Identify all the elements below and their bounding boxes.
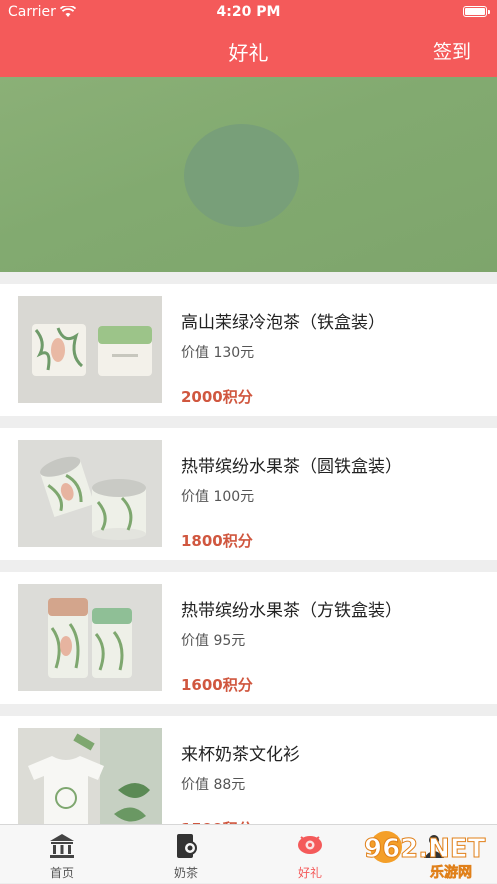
clock: 4:20 PM	[216, 4, 281, 20]
product-item[interactable]: 热带缤纷水果茶（方铁盒装） 价值 95元 1600积分	[0, 572, 497, 704]
product-points: 1800积分	[181, 532, 253, 550]
product-image	[18, 440, 162, 547]
tab-gifts[interactable]: 好礼	[248, 825, 372, 884]
battery-icon	[463, 6, 490, 17]
product-price: 价值 95元	[181, 633, 246, 649]
banner[interactable]	[0, 77, 497, 272]
product-name: 热带缤纷水果茶（方铁盒装）	[181, 601, 402, 621]
checkin-button[interactable]: 签到	[433, 37, 471, 64]
tab-label: 好礼	[297, 866, 322, 880]
product-item[interactable]: 热带缤纷水果茶（圆铁盒装） 价值 100元 1800积分	[0, 428, 497, 560]
page-title: 好礼	[228, 41, 269, 65]
tab-home[interactable]: 首页	[0, 825, 124, 884]
bank-icon	[50, 834, 74, 858]
product-price: 价值 130元	[181, 345, 255, 361]
status-bar: Carrier 4:20 PM	[0, 0, 497, 24]
product-points: 2000积分	[181, 388, 253, 406]
watermark-subtitle: 乐游网	[430, 864, 472, 881]
product-points: 1600积分	[181, 676, 253, 694]
product-name: 来杯奶茶文化衫	[181, 745, 300, 765]
tab-milk-tea[interactable]: 奶茶	[124, 825, 248, 884]
product-price: 价值 100元	[181, 489, 255, 505]
gift-icon	[298, 836, 322, 854]
nav-bar: 好礼 签到	[0, 24, 497, 77]
watermark-brand: 962.NET	[364, 834, 486, 864]
product-image	[18, 584, 162, 691]
product-image	[18, 728, 162, 835]
tab-label: 首页	[49, 866, 74, 880]
watermark-logo: 962.NET 乐游网	[364, 831, 486, 881]
product-name: 高山茉绿冷泡茶（铁盒装）	[181, 313, 385, 333]
product-image	[18, 296, 162, 403]
cup-icon	[177, 834, 197, 858]
banner-placeholder-circle	[184, 124, 299, 227]
product-name: 热带缤纷水果茶（圆铁盒装）	[181, 457, 402, 477]
product-item[interactable]: 高山茉绿冷泡茶（铁盒装） 价值 130元 2000积分	[0, 284, 497, 416]
tab-label: 奶茶	[173, 866, 198, 880]
product-price: 价值 88元	[181, 777, 246, 793]
